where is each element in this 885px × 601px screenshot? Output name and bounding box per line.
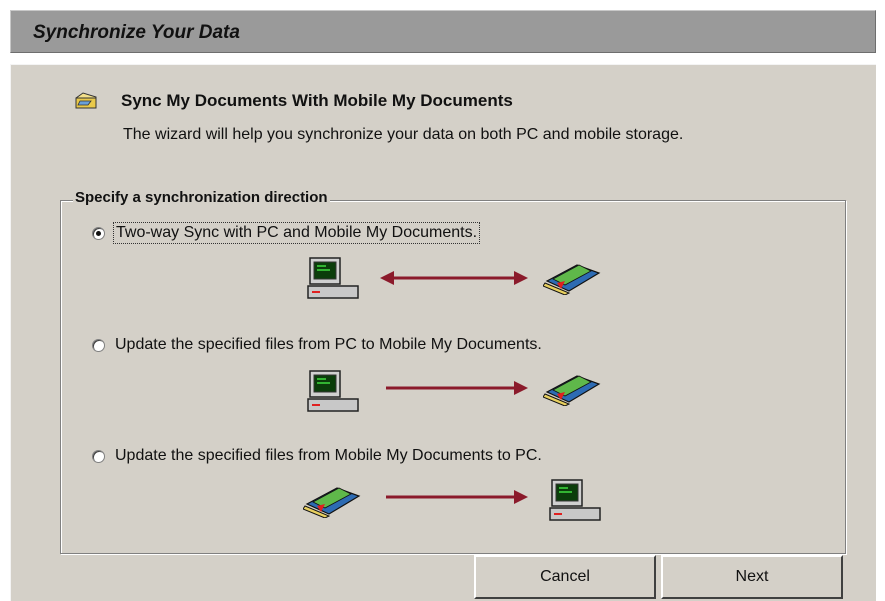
direction-group-legend: Specify a synchronization direction xyxy=(73,189,330,206)
mobile-documents-icon xyxy=(303,487,361,518)
right-arrow-icon xyxy=(386,490,528,504)
cancel-button[interactable]: Cancel xyxy=(474,555,656,599)
mobile-documents-icon xyxy=(543,375,601,406)
radio-two-way-sync[interactable] xyxy=(92,226,105,240)
double-arrow-icon xyxy=(380,271,528,285)
window-title: Synchronize Your Data xyxy=(33,22,240,43)
mobile-documents-icon xyxy=(543,264,601,295)
section-title: Sync My Documents With Mobile My Documen… xyxy=(121,91,513,110)
sync-folder-icon xyxy=(75,92,97,109)
option-label[interactable]: Two-way Sync with PC and Mobile My Docum… xyxy=(113,222,481,244)
radio-pc-to-mobile[interactable] xyxy=(92,338,105,352)
option-two-way-sync[interactable]: Two-way Sync with PC and Mobile My Docum… xyxy=(92,222,481,244)
pc-icon xyxy=(549,479,601,521)
right-arrow-icon xyxy=(386,381,528,395)
section-description: The wizard will help you synchronize you… xyxy=(123,126,684,143)
radio-mobile-to-pc[interactable] xyxy=(92,449,105,463)
option-label[interactable]: Update the specified files from Mobile M… xyxy=(113,446,544,466)
option-mobile-to-pc[interactable]: Update the specified files from Mobile M… xyxy=(92,445,544,467)
pc-icon xyxy=(307,370,359,412)
next-button[interactable]: Next xyxy=(661,555,843,599)
title-bar: Synchronize Your Data xyxy=(10,10,876,53)
pc-icon xyxy=(307,257,359,299)
sync-wizard-window: Synchronize Your Data Sync My Documents … xyxy=(0,0,885,601)
option-pc-to-mobile[interactable]: Update the specified files from PC to Mo… xyxy=(92,334,544,356)
option-label[interactable]: Update the specified files from PC to Mo… xyxy=(113,335,544,355)
